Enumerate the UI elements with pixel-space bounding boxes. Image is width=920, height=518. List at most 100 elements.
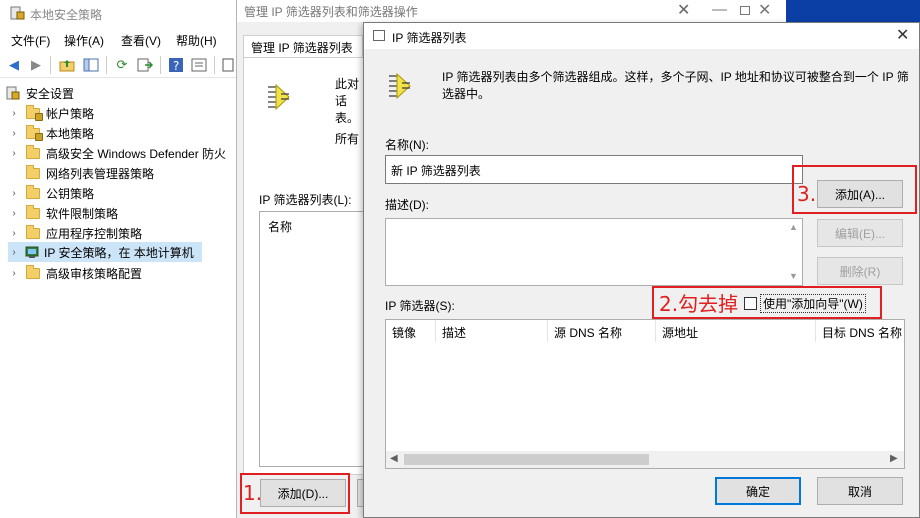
close-icon[interactable]: ✕ [758, 0, 771, 20]
toolbar-separator [50, 56, 51, 74]
properties-icon[interactable] [190, 56, 208, 74]
tree-label: 帐户策略 [46, 106, 95, 121]
export-list-icon[interactable] [136, 56, 154, 74]
scroll-left-icon[interactable]: ◀ [390, 453, 398, 464]
menu-help[interactable]: 帮助(H) [176, 32, 217, 49]
tree-label: 网络列表管理器策略 [46, 166, 155, 181]
manager-title: 管理 IP 筛选器列表和筛选器操作 [244, 5, 418, 19]
edit-filter-button[interactable]: 编辑(E)... [817, 219, 903, 247]
close-icon[interactable]: ✕ [896, 25, 909, 45]
tree-item-public-key-policies[interactable]: › 公钥策略 [8, 183, 94, 203]
cancel-button[interactable]: 取消 [817, 477, 903, 505]
dialog-window-icon [373, 30, 385, 41]
menu-file[interactable]: 文件(F) [11, 32, 50, 49]
help-icon[interactable]: ? [167, 56, 185, 74]
manager-titlebar: 管理 IP 筛选器列表和筛选器操作 ✕ [237, 0, 717, 22]
tree-label: 软件限制策略 [46, 206, 119, 221]
refresh-icon[interactable]: ⟳ [113, 56, 131, 74]
chevron-right-icon[interactable]: › [8, 188, 20, 199]
chevron-right-icon[interactable]: › [8, 268, 20, 279]
column-header-source-dns[interactable]: 源 DNS 名称 [548, 320, 656, 342]
background-window-titlebar: — ✕ [700, 0, 786, 22]
show-hide-tree-icon[interactable] [82, 56, 100, 74]
delete-filter-button[interactable]: 删除(R) [817, 257, 903, 285]
folder-icon [26, 184, 40, 199]
toolbar-separator [160, 56, 161, 74]
column-header-destination-dns[interactable]: 目标 DNS 名称 [816, 320, 904, 342]
ip-filter-list[interactable]: 名称 [259, 211, 369, 467]
tab-manage-ip-filter-lists[interactable]: 管理 IP 筛选器列表 [243, 35, 363, 57]
tree-item-account-policies[interactable]: › 帐户策略 [8, 103, 94, 123]
back-arrow-icon[interactable]: ◀ [5, 56, 23, 74]
tree-item-local-policies[interactable]: › 本地策略 [8, 123, 94, 143]
description-scrollbar[interactable]: ▲ ▼ [785, 219, 802, 285]
ip-filter-list-label: IP 筛选器列表(L): [259, 193, 352, 207]
filter-list-icon [268, 84, 290, 111]
chevron-right-icon[interactable]: › [8, 148, 20, 159]
svg-text:?: ? [173, 59, 179, 73]
ip-filters-label: IP 筛选器(S): [385, 299, 455, 313]
horizontal-scrollbar[interactable]: ◀ ▶ [386, 451, 904, 468]
filter-list-title: IP 筛选器列表 [392, 31, 467, 45]
forward-arrow-icon[interactable]: ▶ [27, 56, 45, 74]
folder-icon [26, 164, 40, 179]
menu-action[interactable]: 操作(A) [64, 32, 104, 49]
filter-list-intro: IP 筛选器列表由多个筛选器组成。这样，多个子网、IP 地址和协议可被整合到一个… [442, 70, 909, 101]
desktop-background [786, 0, 920, 22]
tree-item-ip-security-policies[interactable]: › IP 安全策略，在 本地计算机 [8, 242, 202, 262]
name-input[interactable]: 新 IP 筛选器列表 [385, 155, 803, 184]
folder-icon [26, 204, 40, 219]
tree-item-network-list-manager[interactable]: 网络列表管理器策略 [8, 163, 154, 183]
tree-root-security-settings[interactable]: 安全设置 [5, 83, 74, 103]
column-header-mirror[interactable]: 镜像 [386, 320, 436, 342]
folder-lock-icon [26, 124, 43, 141]
toolbar-separator [106, 56, 107, 74]
tree-label: 本地策略 [46, 126, 95, 141]
tree-label: IP 安全策略，在 本地计算机 [44, 245, 194, 260]
description-label: 描述(D): [385, 198, 429, 212]
annotation-step1: 1. [243, 481, 263, 505]
tree-item-advanced-audit[interactable]: › 高级审核策略配置 [8, 263, 142, 283]
chevron-right-icon[interactable]: › [8, 128, 20, 139]
chevron-right-icon[interactable]: › [8, 247, 20, 258]
tree-item-defender-firewall[interactable]: › 高级安全 Windows Defender 防火 [8, 143, 226, 163]
scroll-down-icon[interactable]: ▼ [789, 271, 798, 281]
folder-icon [26, 224, 40, 239]
toolbar: ◀ ▶ ⟳ ? [0, 52, 240, 78]
folder-lock-icon [26, 104, 43, 121]
scroll-up-icon[interactable]: ▲ [789, 222, 798, 232]
ip-security-icon [25, 246, 39, 258]
close-icon[interactable]: ✕ [677, 0, 690, 20]
column-header-description[interactable]: 描述 [436, 320, 548, 342]
maximize-icon[interactable] [740, 6, 750, 15]
description-textarea[interactable]: ▲ ▼ [385, 218, 803, 286]
chevron-right-icon[interactable]: › [8, 208, 20, 219]
filter-list-titlebar: IP 筛选器列表 ✕ [364, 23, 919, 49]
navigation-tree: 安全设置 › 帐户策略 › 本地策略 › 高级安全 Windows Defend… [0, 80, 240, 518]
up-folder-icon[interactable] [58, 56, 76, 74]
tree-item-software-restriction[interactable]: › 软件限制策略 [8, 203, 118, 223]
ip-filters-table[interactable]: 镜像 描述 源 DNS 名称 源地址 目标 DNS 名称 ◀ ▶ [385, 319, 905, 469]
toolbar-separator [214, 56, 215, 74]
tree-item-app-control[interactable]: › 应用程序控制策略 [8, 223, 142, 243]
menu-view[interactable]: 查看(V) [121, 32, 161, 49]
main-titlebar: 本地安全策略 [0, 0, 240, 28]
minimize-icon[interactable]: — [712, 1, 727, 18]
local-security-policy-window: 本地安全策略 文件(F) 操作(A) 查看(V) 帮助(H) ◀ ▶ ⟳ ? 安… [0, 0, 240, 518]
chevron-right-icon[interactable]: › [8, 108, 20, 119]
name-label: 名称(N): [385, 138, 429, 152]
tree-label: 高级安全 Windows Defender 防火 [46, 146, 227, 161]
column-header-name[interactable]: 名称 [268, 218, 292, 235]
tree-label: 公钥策略 [46, 186, 95, 201]
chevron-right-icon[interactable]: › [8, 228, 20, 239]
scroll-right-icon[interactable]: ▶ [890, 453, 898, 464]
ok-button[interactable]: 确定 [715, 477, 801, 505]
manager-desc-line3: 所有 [335, 132, 360, 146]
menu-bar: 文件(F) 操作(A) 查看(V) 帮助(H) [0, 30, 240, 50]
folder-icon [26, 264, 40, 279]
tree-label: 安全设置 [26, 86, 75, 101]
scrollbar-thumb[interactable] [404, 454, 649, 465]
column-header-source-address[interactable]: 源地址 [656, 320, 816, 342]
annotation-step3: 3. [797, 182, 817, 206]
tree-label: 应用程序控制策略 [46, 226, 143, 241]
